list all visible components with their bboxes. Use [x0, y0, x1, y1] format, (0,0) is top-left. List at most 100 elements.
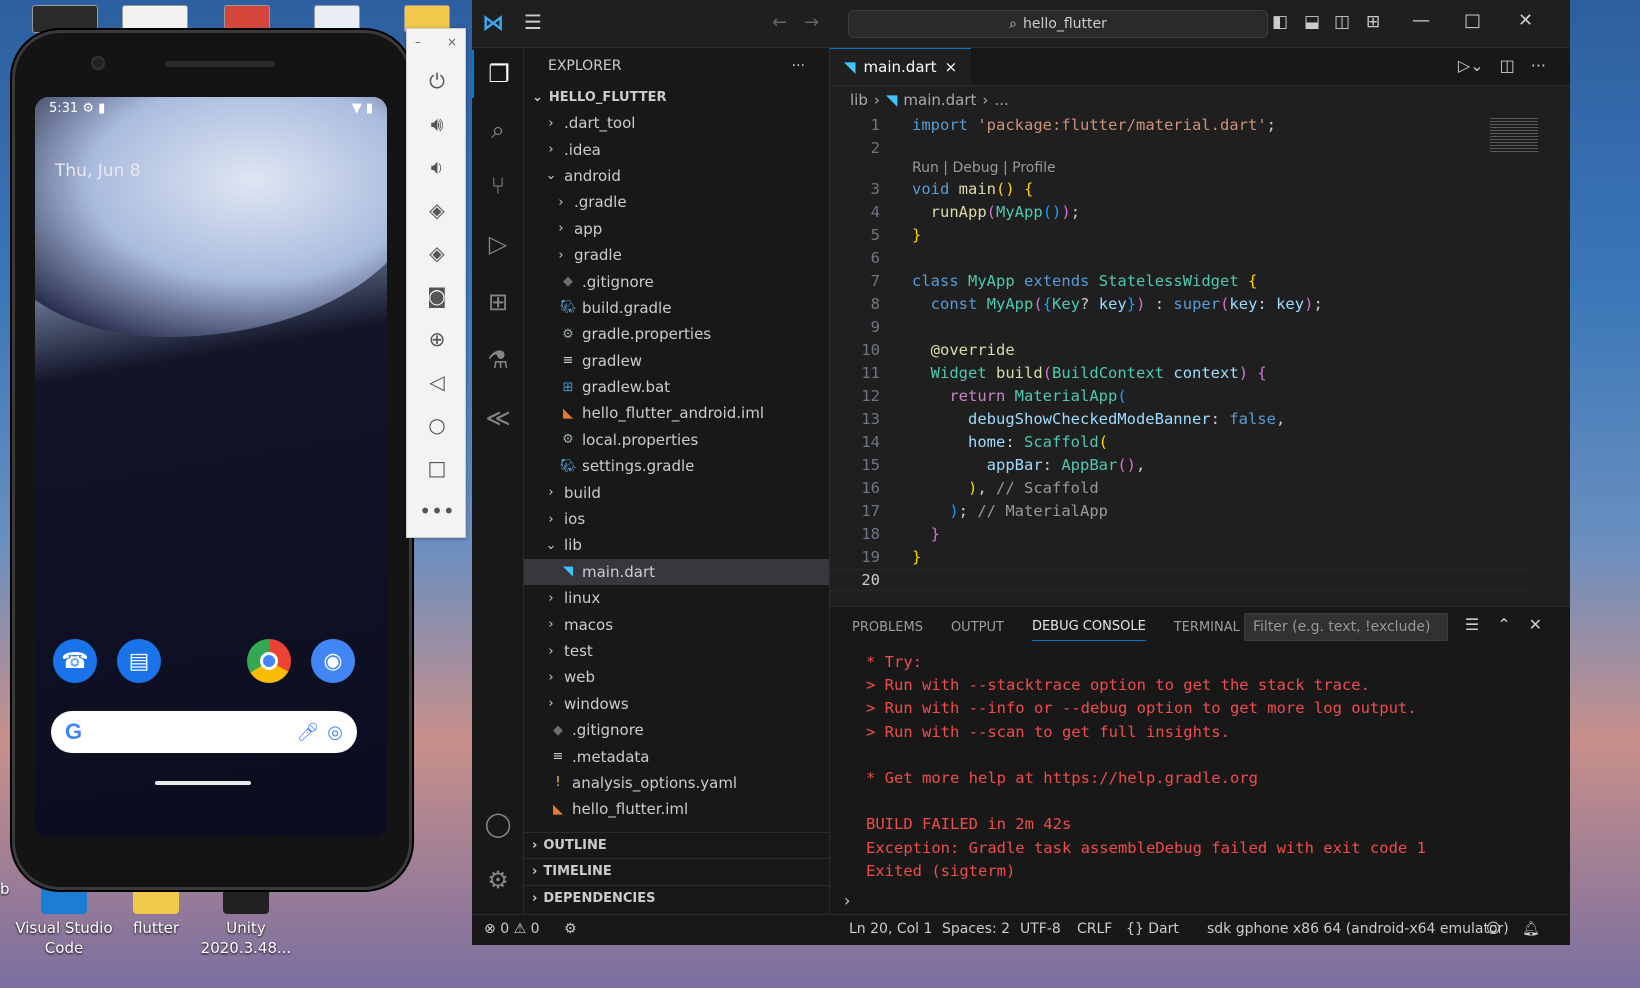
overview-button[interactable]: □	[407, 446, 467, 489]
desktop-thumbnail-3[interactable]	[224, 5, 270, 33]
testing-activity[interactable]: ⚗	[472, 336, 524, 384]
indentation[interactable]: Spaces: 2	[942, 921, 1010, 937]
tree-folder[interactable]: › .idea	[524, 136, 829, 162]
desktop-icon-vscode[interactable]: Visual Studio Code	[14, 880, 114, 958]
breadcrumb-symbol[interactable]: ...	[994, 91, 1008, 109]
timeline-section[interactable]: › TIMELINE	[524, 858, 830, 884]
tree-folder[interactable]: › gradle	[524, 242, 829, 268]
tree-file[interactable]: 🐘︎ build.gradle	[524, 295, 829, 321]
chrome-app-icon[interactable]	[247, 639, 291, 683]
extensions-activity[interactable]: ⊞	[472, 278, 524, 326]
command-center-search[interactable]: ⌕ hello_flutter	[848, 10, 1268, 38]
tab-debug-console[interactable]: DEBUG CONSOLE	[1031, 619, 1146, 641]
close-window-button[interactable]: ✕	[1518, 10, 1533, 31]
maximize-window-button[interactable]: □	[1464, 10, 1481, 31]
tree-folder[interactable]: ⌄ lib	[524, 532, 829, 558]
tab-terminal[interactable]: TERMINAL	[1174, 620, 1240, 635]
clear-console-icon[interactable]: ☰	[1465, 615, 1479, 634]
emulator-close-button[interactable]: ×	[447, 35, 457, 53]
tree-file[interactable]: ≡ .metadata	[524, 743, 829, 769]
toggle-panel-icon[interactable]: ⬓	[1304, 12, 1320, 32]
camera-app-icon[interactable]: ◉	[311, 639, 355, 683]
console-prompt-chevron-icon[interactable]: ›	[844, 891, 850, 910]
messages-app-icon[interactable]: ▤	[117, 639, 161, 683]
tree-file[interactable]: ! analysis_options.yaml	[524, 770, 829, 796]
codelens-run-debug-profile[interactable]: Run | Debug | Profile	[912, 160, 1056, 176]
desktop-thumbnail-4[interactable]	[314, 5, 360, 33]
go-back-icon[interactable]: ←	[772, 12, 787, 33]
tree-folder[interactable]: › .gradle	[524, 189, 829, 215]
tree-folder[interactable]: › web	[524, 664, 829, 690]
zoom-button[interactable]: ⊕	[407, 317, 467, 360]
maximize-panel-icon[interactable]: ⌃	[1497, 615, 1510, 634]
notifications-bell-icon[interactable]: 🔔︎	[1522, 921, 1540, 937]
tree-folder[interactable]: ⌄ android	[524, 163, 829, 189]
minimap[interactable]	[1490, 118, 1538, 154]
tree-file[interactable]: ◆ .gitignore	[524, 717, 829, 743]
tab-problems[interactable]: PROBLEMS	[852, 620, 923, 635]
lens-icon[interactable]: ◎	[327, 722, 343, 743]
encoding[interactable]: UTF-8	[1020, 921, 1061, 937]
flutter-activity[interactable]: ≪	[472, 394, 524, 442]
cursor-position[interactable]: Ln 20, Col 1	[849, 921, 932, 937]
run-debug-activity[interactable]: ▷	[472, 220, 524, 268]
code-editor[interactable]: 1 import 'package:flutter/material.dart';…	[830, 114, 1570, 606]
close-tab-button[interactable]: ×	[945, 58, 958, 76]
microphone-icon[interactable]: 🎤︎	[296, 722, 319, 743]
tree-file[interactable]: ⚙ gradle.properties	[524, 321, 829, 347]
toggle-secondary-sidebar-icon[interactable]: ◫	[1334, 12, 1350, 32]
more-actions-icon[interactable]: ···	[792, 58, 805, 74]
breadcrumb-file[interactable]: main.dart	[903, 91, 976, 109]
desktop-icon-unity[interactable]: Unity 2020.3.48...	[196, 880, 296, 958]
customize-layout-icon[interactable]: ⊞	[1366, 12, 1380, 32]
phone-app-icon[interactable]: ☎	[53, 639, 97, 683]
console-filter-input[interactable]: Filter (e.g. text, !exclude)	[1244, 613, 1448, 641]
flutter-device[interactable]: sdk gphone x86 64 (android-x64 emulator)	[1207, 921, 1509, 937]
tree-file[interactable]: 🐘︎ settings.gradle	[524, 453, 829, 479]
explorer-activity[interactable]: ❐	[472, 50, 524, 98]
screenshot-button[interactable]: ◙	[407, 274, 467, 317]
manage-activity[interactable]: ⚙	[472, 856, 524, 904]
run-icon[interactable]: ▷⌄	[1458, 56, 1484, 75]
tree-folder[interactable]: › app	[524, 216, 829, 242]
tree-folder[interactable]: › .dart_tool	[524, 110, 829, 136]
problems-status[interactable]: ⊗ 0 ⚠ 0	[484, 921, 540, 937]
emulator-minimize-button[interactable]: –	[415, 35, 421, 53]
tree-file[interactable]: ⚙ local.properties	[524, 427, 829, 453]
line-endings[interactable]: CRLF	[1077, 921, 1112, 937]
feedback-icon[interactable]: ☺	[1486, 921, 1501, 937]
split-editor-icon[interactable]: ◫	[1500, 56, 1515, 75]
more-actions-icon[interactable]: ···	[1531, 56, 1546, 75]
language-mode[interactable]: {} Dart	[1126, 921, 1179, 937]
phone-screen[interactable]: 5:31 ⚙ ▮ ▼ ▮ Thu, Jun 8 ☎ ▤ ◉ G 🎤︎ ◎	[35, 97, 387, 837]
outline-section[interactable]: › OUTLINE	[524, 832, 830, 858]
menu-icon[interactable]: ☰	[524, 10, 542, 34]
home-button[interactable]: ○	[407, 403, 467, 446]
tree-file[interactable]: ⊞ gradlew.bat	[524, 374, 829, 400]
debug-icon[interactable]: ⚙	[564, 921, 577, 937]
back-button[interactable]: ◁	[407, 360, 467, 403]
tree-folder[interactable]: › linux	[524, 585, 829, 611]
breadcrumb-folder[interactable]: lib	[850, 91, 868, 109]
google-search-bar[interactable]: G 🎤︎ ◎	[51, 711, 357, 753]
dependencies-section[interactable]: › DEPENDENCIES	[524, 885, 830, 911]
tree-file[interactable]: ◣ hello_flutter.iml	[524, 796, 829, 822]
more-button[interactable]: •••	[407, 489, 467, 532]
tab-output[interactable]: OUTPUT	[951, 620, 1004, 635]
editor-tab-main-dart[interactable]: ◥ main.dart ×	[830, 48, 972, 85]
workspace-root[interactable]: ⌄ HELLO_FLUTTER	[524, 84, 829, 110]
minimize-window-button[interactable]: —	[1412, 10, 1430, 31]
tree-file[interactable]: ◆ .gitignore	[524, 268, 829, 294]
tree-folder[interactable]: › build	[524, 479, 829, 505]
search-activity[interactable]: ⌕	[472, 106, 524, 154]
close-panel-icon[interactable]: ✕	[1529, 615, 1542, 634]
source-control-activity[interactable]: ⑂	[472, 162, 524, 210]
toggle-sidebar-icon[interactable]: ◧	[1272, 12, 1288, 32]
rotate-right-button[interactable]: ◈	[407, 231, 467, 274]
desktop-thumbnail-1[interactable]	[32, 5, 98, 33]
tree-folder[interactable]: › test	[524, 638, 829, 664]
volume-up-button[interactable]: 🔊︎	[407, 102, 467, 145]
tree-file[interactable]: ◣ hello_flutter_android.iml	[524, 400, 829, 426]
tree-folder[interactable]: › macos	[524, 611, 829, 637]
rotate-left-button[interactable]: ◈	[407, 188, 467, 231]
